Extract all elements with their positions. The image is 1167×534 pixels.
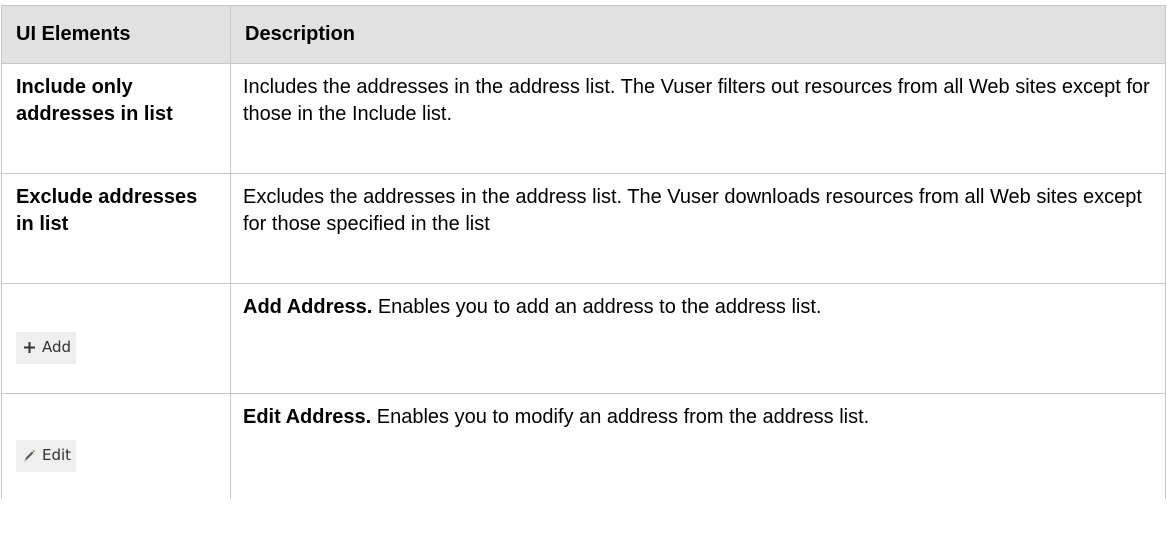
element-exclude-addresses: Exclude addresses in list [1,173,231,284]
table-row: Add Add Address. Enables you to add an a… [1,283,1166,394]
table-row: Exclude addresses in list Excludes the a… [1,173,1166,284]
description-include-only-addresses: Includes the addresses in the address li… [230,63,1166,174]
plus-icon [24,342,35,353]
table-header-row: UI Elements Description [1,5,1166,64]
edit-button-label: Edit [42,446,72,464]
add-button-label: Add [42,338,72,356]
element-include-only-addresses: Include only addresses in list [1,63,231,174]
description-text-edit-address: Enables you to modify an address from th… [371,406,870,428]
description-title-edit-address: Edit Address. [243,406,372,428]
add-button[interactable]: Add [16,331,77,364]
description-text-add-address: Enables you to add an address to the add… [372,296,822,318]
edit-button[interactable]: Edit [16,439,77,472]
ui-elements-table: UI Elements Description Include only add… [1,5,1166,499]
element-edit-button-cell: Edit [1,393,231,499]
element-add-button-cell: Add [1,283,231,394]
header-description: Description [230,5,1166,64]
pencil-icon [24,449,36,462]
description-edit-address: Edit Address. Enables you to modify an a… [230,393,1166,499]
description-exclude-addresses: Excludes the addresses in the address li… [230,173,1166,284]
table-row: Include only addresses in list Includes … [1,63,1166,174]
description-title-add-address: Add Address. [243,296,373,318]
header-ui-elements: UI Elements [1,5,231,64]
table-row: Edit Edit Address. Enables you to modify… [1,393,1166,499]
description-add-address: Add Address. Enables you to add an addre… [230,283,1166,394]
